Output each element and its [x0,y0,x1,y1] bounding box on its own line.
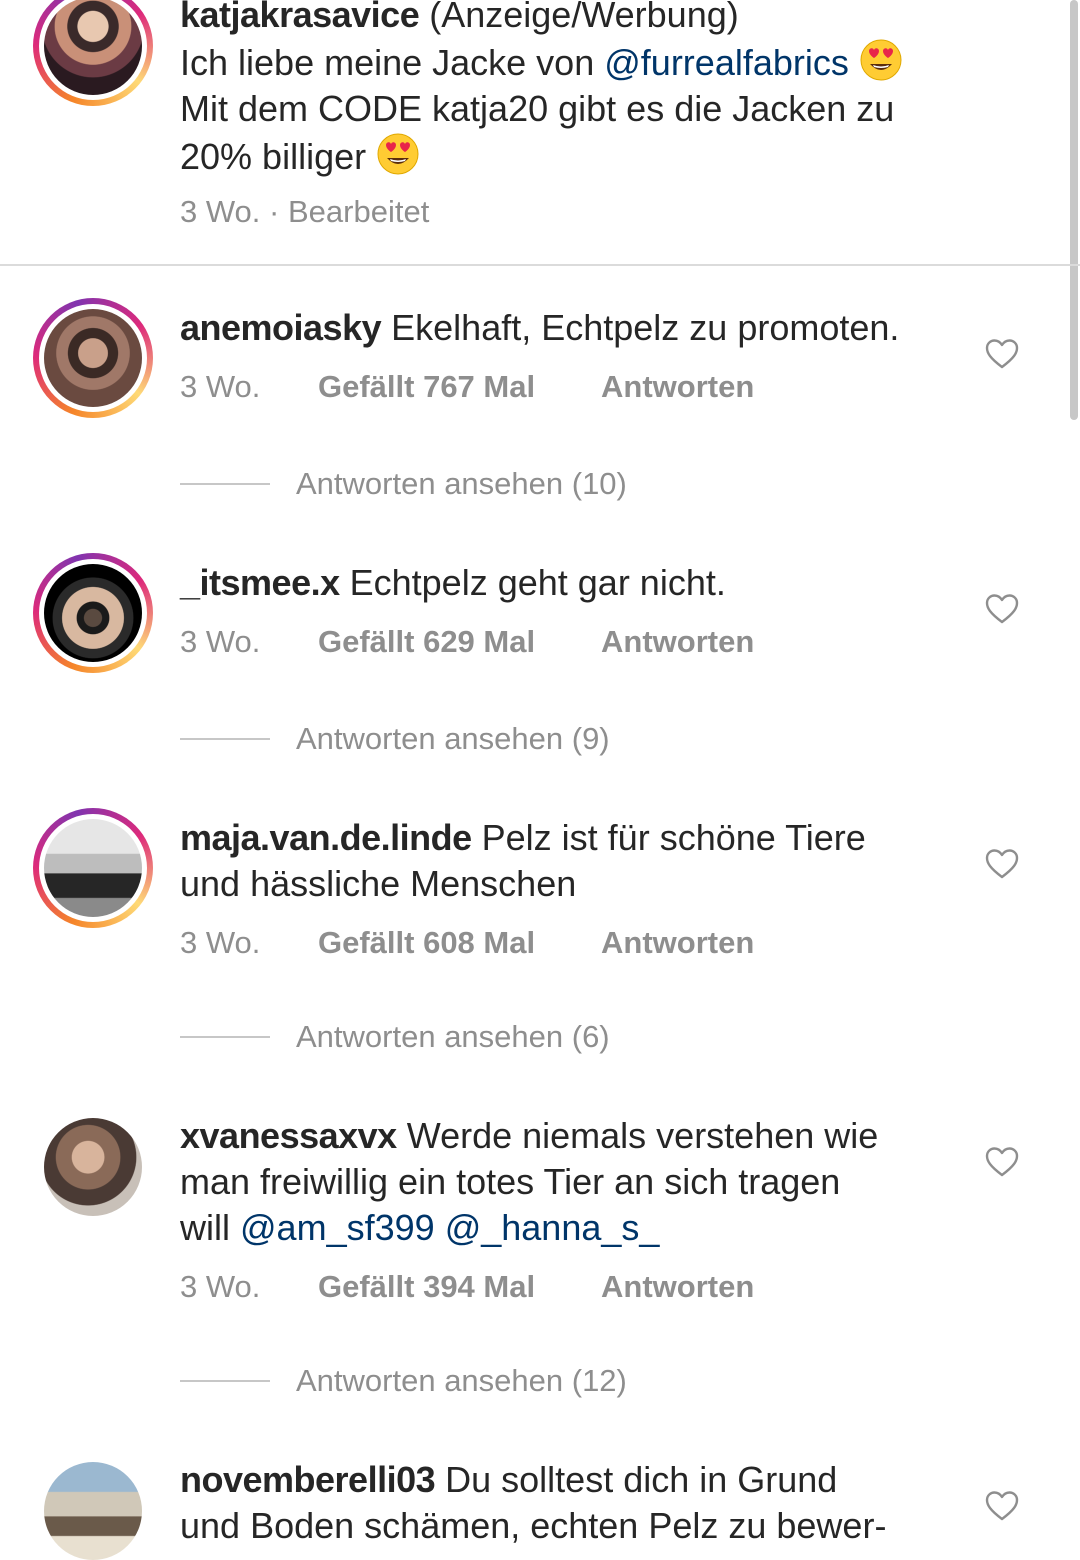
comment-time: 3 Wo. [180,624,261,659]
view-replies-label[interactable]: Antworten ansehen (9) [296,719,610,759]
ad-tag: (Anzeige/Werbung) [429,0,739,35]
heart-outline-icon[interactable] [984,1144,1020,1180]
caption-text: katjakrasavice (Anzeige/Werbung) Ich lie… [180,0,970,180]
meta-separator: · [269,194,280,229]
comment-body: und hässliche Menschen [180,863,577,904]
reply-button[interactable]: Antworten [601,1267,754,1307]
comment-body: Echtpelz geht gar nicht. [349,562,726,603]
comment-body: Werde niemals verstehen wie [406,1115,879,1156]
comment-body: Du solltest dich in Grund [445,1459,838,1500]
comment-username[interactable]: novemberelli03 [180,1459,436,1500]
caption-line1: Ich liebe meine Jacke von [180,42,595,83]
avatar-anemoiasky[interactable] [33,298,153,418]
comment-time: 3 Wo. [180,925,261,960]
heart-outline-icon[interactable] [984,1488,1020,1524]
likes-count[interactable]: Gefällt 394 Mal [318,1267,535,1307]
mention-furrealfabrics[interactable]: @furrealfabrics [604,42,849,83]
heart-eyes-emoji-icon [376,132,420,176]
comment-username[interactable]: maja.van.de.linde [180,817,472,858]
post-caption: katjakrasavice (Anzeige/Werbung) Ich lie… [0,0,1080,264]
likes-count[interactable]: Gefällt 629 Mal [318,622,535,662]
replies-line [180,483,270,485]
avatar-novemberelli03[interactable] [44,1462,142,1560]
heart-outline-icon[interactable] [984,591,1020,627]
mention-am-sf399[interactable]: @am_sf399 [240,1207,435,1248]
comment-text: anemoiasky Ekelhaft, Echtpelz zu promote… [180,305,970,351]
comment-text: maja.van.de.linde Pelz ist für schöne Ti… [180,815,970,907]
comment-meta: 3 Wo. Gefällt 767 Mal Antworten [180,367,754,407]
replies-line [180,1380,270,1382]
comment-body: und Boden schämen, echten Pelz zu bewer- [180,1505,887,1546]
edited-label: Bearbeitet [287,194,430,229]
avatar-katjakrasavice[interactable] [33,0,153,106]
comment-body: Ekelhaft, Echtpelz zu promoten. [391,307,900,348]
comment-meta: 3 Wo. Gefällt 629 Mal Antworten [180,622,754,662]
reply-button[interactable]: Antworten [601,923,754,963]
comment-body: will [180,1207,230,1248]
caption-divider [0,264,1080,266]
heart-eyes-emoji-icon [859,38,903,82]
caption-meta: 3 Wo. · Bearbeitet [180,192,429,232]
comment-username[interactable]: _itsmee.x [180,562,340,603]
caption-line3: 20% billiger [180,136,367,177]
comment-text: novemberelli03 Du solltest dich in Grund… [180,1457,970,1549]
avatar-xvanessaxvx[interactable] [44,1118,142,1216]
likes-count[interactable]: Gefällt 767 Mal [318,367,535,407]
reply-button[interactable]: Antworten [601,622,754,662]
view-replies-label[interactable]: Antworten ansehen (12) [296,1361,627,1401]
comment-meta: 3 Wo. Gefällt 394 Mal Antworten [180,1267,754,1307]
replies-line [180,738,270,740]
comment-meta: 3 Wo. Gefällt 608 Mal Antworten [180,923,754,963]
heart-outline-icon[interactable] [984,336,1020,372]
avatar-itsmee-x[interactable] [33,553,153,673]
caption-username[interactable]: katjakrasavice [180,0,420,35]
comment-username[interactable]: xvanessaxvx [180,1115,397,1156]
comment-time: 3 Wo. [180,1269,261,1304]
comment-time: 3 Wo. [180,369,261,404]
replies-line [180,1036,270,1038]
comment-text: _itsmee.x Echtpelz geht gar nicht. [180,560,970,606]
comment-text: xvanessaxvx Werde niemals verstehen wie … [180,1113,970,1251]
caption-line2: Mit dem CODE katja20 gibt es die Jacken … [180,88,895,129]
comment-body: Pelz ist für schöne Tiere [481,817,866,858]
reply-button[interactable]: Antworten [601,367,754,407]
heart-outline-icon[interactable] [984,846,1020,882]
likes-count[interactable]: Gefällt 608 Mal [318,923,535,963]
comment-body: man freiwillig ein totes Tier an sich tr… [180,1161,841,1202]
view-replies-label[interactable]: Antworten ansehen (10) [296,464,627,504]
mention-hanna-s[interactable]: @_hanna_s_ [445,1207,660,1248]
avatar-maja-van-de-linde[interactable] [33,808,153,928]
comment-username[interactable]: anemoiasky [180,307,382,348]
caption-time: 3 Wo. [180,194,261,229]
view-replies-label[interactable]: Antworten ansehen (6) [296,1017,610,1057]
